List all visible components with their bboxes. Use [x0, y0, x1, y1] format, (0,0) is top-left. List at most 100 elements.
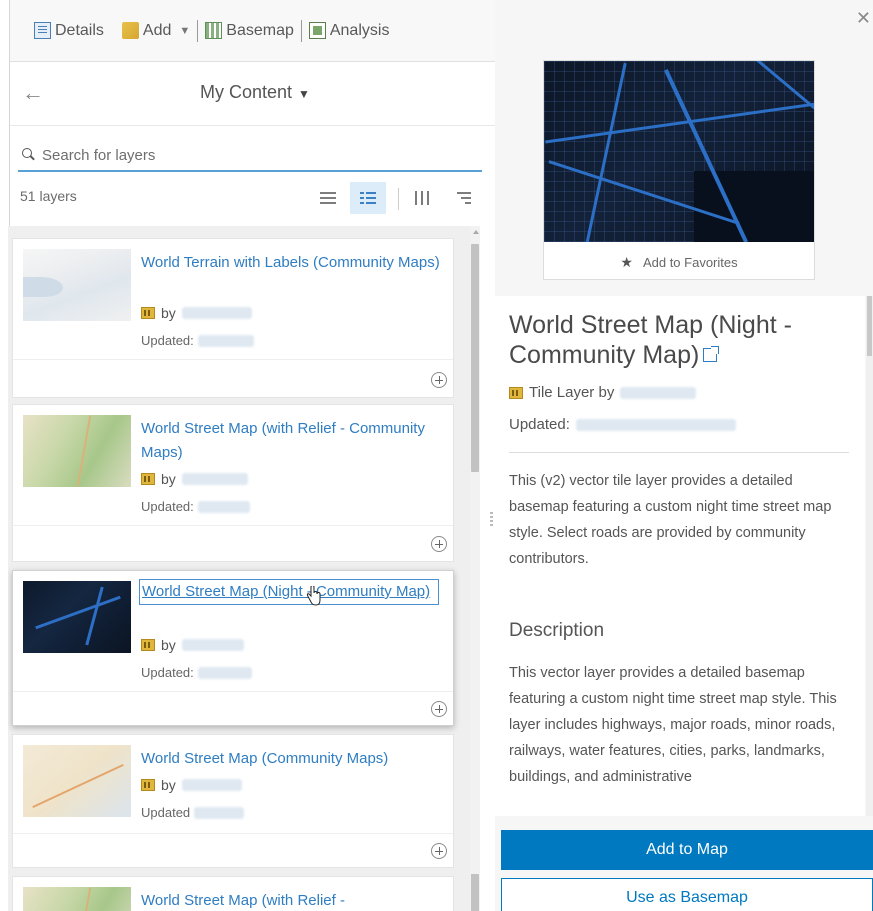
- content-source-label: My Content: [200, 82, 293, 102]
- updated-label: Updated: [141, 805, 191, 820]
- caret-down-icon: ▼: [298, 87, 310, 101]
- hand-cursor-icon: [306, 586, 321, 606]
- redacted-owner: [181, 307, 252, 319]
- detail-list-icon: [360, 192, 376, 204]
- external-link-icon[interactable]: [703, 346, 720, 362]
- details-scroll-thumb[interactable]: [867, 296, 872, 356]
- results-toolbar: 51 layers: [10, 180, 495, 216]
- layer-thumbnail: [23, 887, 131, 911]
- updated-label: Updated:: [141, 499, 194, 514]
- search-icon: [22, 148, 36, 162]
- scroll-up-arrow-icon[interactable]: [473, 230, 479, 234]
- add-to-map-button[interactable]: Add to Map: [501, 830, 873, 870]
- updated-label: Updated:: [141, 333, 194, 348]
- item-type-label: Tile Layer by: [529, 384, 615, 401]
- content-source-dropdown[interactable]: My Content ▼: [200, 82, 310, 103]
- toolbar-separator: [197, 19, 199, 42]
- list-view-icon: [320, 192, 336, 204]
- item-description: This vector layer provides a detailed ba…: [509, 665, 837, 785]
- basemap-icon: [205, 22, 223, 39]
- redacted-date: [194, 806, 245, 819]
- tile-layer-icon: [141, 307, 155, 319]
- layer-card-selected[interactable]: World Street Map (Night - Community Map)…: [12, 570, 454, 726]
- card-divider: [13, 833, 453, 834]
- filter-icon: [457, 192, 471, 204]
- layer-thumbnail: [23, 249, 131, 321]
- details-icon: [34, 22, 51, 39]
- redacted-owner: [181, 779, 242, 791]
- description-heading: Description: [509, 620, 605, 641]
- item-details-body: World Street Map (Night - Community Map)…: [495, 296, 865, 816]
- layer-card[interactable]: World Terrain with Labels (Community Map…: [12, 238, 454, 398]
- panel-resize-handle[interactable]: [490, 512, 493, 526]
- redacted-owner: [181, 639, 244, 651]
- star-icon: ★: [620, 253, 633, 270]
- layer-owner: by: [141, 471, 248, 487]
- layer-updated: Updated:: [141, 333, 254, 348]
- filter-button[interactable]: [446, 182, 482, 214]
- list-view-button[interactable]: [310, 182, 346, 214]
- plus-circle-icon[interactable]: [431, 843, 447, 859]
- layer-card[interactable]: World Street Map (with Relief - Communit…: [12, 404, 454, 562]
- main-toolbar: Details Add ▼ Basemap Analysis: [10, 0, 495, 62]
- favorites-label: Add to Favorites: [642, 254, 738, 270]
- add-to-favorites-button[interactable]: ★ Add to Favorites: [544, 247, 814, 277]
- add-layer-icon: [121, 22, 139, 39]
- plus-circle-icon[interactable]: [431, 372, 447, 388]
- owner-label: by: [161, 637, 176, 653]
- redacted-date: [197, 666, 252, 679]
- toolbar-divider: [398, 188, 399, 210]
- sort-button[interactable]: [404, 182, 440, 214]
- add-button[interactable]: Add ▼: [121, 21, 191, 40]
- redacted-owner: [620, 386, 697, 399]
- basemap-label: Basemap: [226, 21, 294, 39]
- list-scroll-thumb[interactable]: [471, 244, 479, 472]
- item-details-panel: ✕ ★ Add to Favorites World Street Map (N…: [495, 0, 873, 911]
- tile-layer-icon: [509, 386, 523, 399]
- layer-card[interactable]: World Street Map (Community Maps) by Upd…: [12, 734, 454, 868]
- toolbar-separator: [300, 19, 302, 42]
- analysis-button[interactable]: Analysis: [308, 21, 390, 40]
- details-divider: [509, 452, 849, 453]
- layer-thumbnail: [23, 745, 131, 817]
- plus-circle-icon[interactable]: [431, 701, 447, 717]
- caret-down-icon: ▼: [179, 24, 191, 37]
- card-divider: [13, 691, 453, 692]
- layer-updated: Updated:: [141, 665, 252, 680]
- details-button[interactable]: Details: [34, 22, 104, 40]
- tile-layer-icon: [141, 473, 155, 485]
- layer-updated: Updated:: [141, 499, 250, 514]
- tile-layer-icon: [141, 639, 155, 651]
- redacted-date: [197, 500, 250, 513]
- layer-title-link[interactable]: World Street Map (Community Maps): [141, 747, 441, 771]
- layer-results-list: World Terrain with Labels (Community Map…: [8, 226, 474, 911]
- details-label: Details: [55, 21, 104, 39]
- preview-thumbnail: [544, 61, 814, 242]
- updated-label: Updated:: [141, 665, 194, 680]
- layer-title-link[interactable]: World Terrain with Labels (Community Map…: [141, 251, 441, 275]
- detail-view-button[interactable]: [350, 182, 386, 214]
- layer-title-link[interactable]: World Street Map (with Relief - Communit…: [141, 417, 441, 465]
- details-scrollbar[interactable]: [866, 296, 873, 816]
- item-title-text: World Street Map (Night - Community Map): [509, 311, 792, 369]
- layer-updated: Updated: [141, 805, 245, 820]
- plus-circle-icon[interactable]: [431, 536, 447, 552]
- content-header: ← My Content ▼: [10, 62, 495, 126]
- layer-title-link[interactable]: World Street Map (Night - Community Map): [139, 579, 439, 605]
- use-as-basemap-button[interactable]: Use as Basemap: [501, 878, 873, 911]
- item-preview: ★ Add to Favorites: [543, 60, 815, 280]
- item-summary: This (v2) vector tile layer provides a d…: [509, 473, 832, 567]
- layer-card[interactable]: World Street Map (with Relief -: [12, 876, 454, 911]
- tile-layer-icon: [141, 779, 155, 791]
- close-icon[interactable]: ✕: [856, 8, 871, 29]
- search-input[interactable]: [42, 146, 462, 164]
- layer-title-link[interactable]: World Street Map (with Relief -: [141, 889, 441, 911]
- card-divider: [13, 359, 453, 360]
- layer-owner: by: [141, 305, 252, 321]
- item-updated-label: Updated:: [509, 416, 570, 433]
- arrow-left-icon[interactable]: ←: [22, 80, 44, 106]
- layer-thumbnail: [23, 415, 131, 487]
- analysis-label: Analysis: [329, 21, 390, 39]
- basemap-button[interactable]: Basemap: [205, 22, 294, 40]
- add-label: Add: [142, 21, 172, 39]
